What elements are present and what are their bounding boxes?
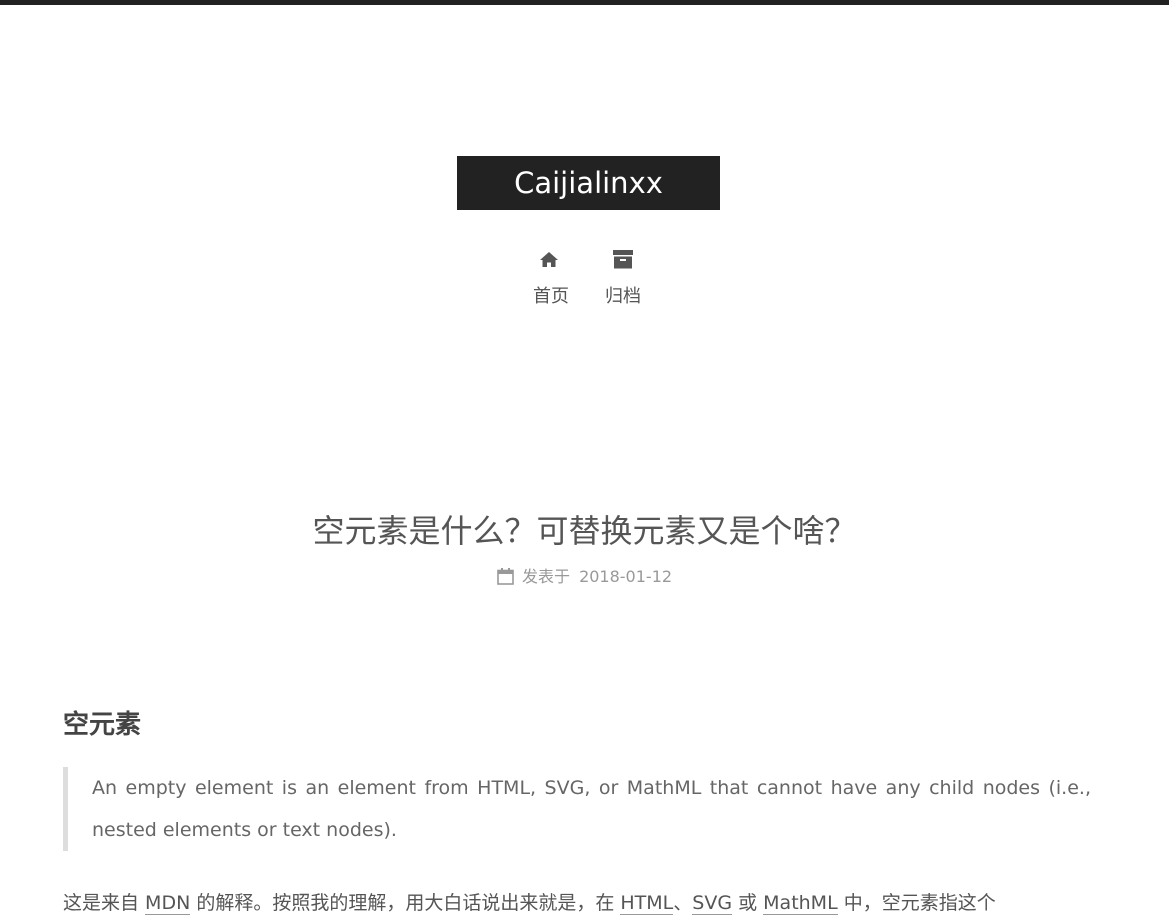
body-paragraph: 这是来自 MDN 的解释。按照我的理解，用大白话说出来就是，在 HTML、SVG… [63, 884, 1123, 922]
home-icon [521, 246, 581, 272]
post-meta: 发表于 2018-01-12 [0, 565, 1169, 592]
link-mathml[interactable]: MathML [763, 892, 838, 915]
paragraph-text: 的解释。按照我的理解，用大白话说出来就是，在 [190, 892, 621, 914]
menu-item-archive[interactable]: 归档 [593, 246, 653, 308]
link-html[interactable]: HTML [620, 892, 674, 915]
top-accent-bar [0, 0, 1169, 5]
archive-icon [593, 246, 653, 272]
post-date: 2018-01-12 [579, 567, 673, 586]
link-mdn[interactable]: MDN [145, 892, 191, 915]
section-heading: 空元素 [63, 710, 142, 740]
link-svg[interactable]: SVG [692, 892, 733, 915]
calendar-icon [497, 568, 514, 592]
paragraph-text: 或 [732, 892, 764, 914]
paragraph-text: 中，空元素指这个 [837, 892, 996, 914]
post-title[interactable]: 空元素是什么？可替换元素又是个啥？ [0, 508, 1169, 554]
menu-item-archive-label: 归档 [605, 286, 641, 307]
blockquote: An empty element is an element from HTML… [63, 767, 1095, 851]
paragraph-text: 、 [673, 892, 693, 914]
site-brand[interactable]: Caijialinxx [457, 156, 720, 210]
paragraph-text: 这是来自 [63, 892, 146, 914]
post-meta-label: 发表于 [521, 567, 570, 586]
site-menu: 首页 归档 [0, 246, 1169, 316]
menu-item-home[interactable]: 首页 [521, 246, 581, 308]
menu-item-home-label: 首页 [533, 286, 569, 307]
